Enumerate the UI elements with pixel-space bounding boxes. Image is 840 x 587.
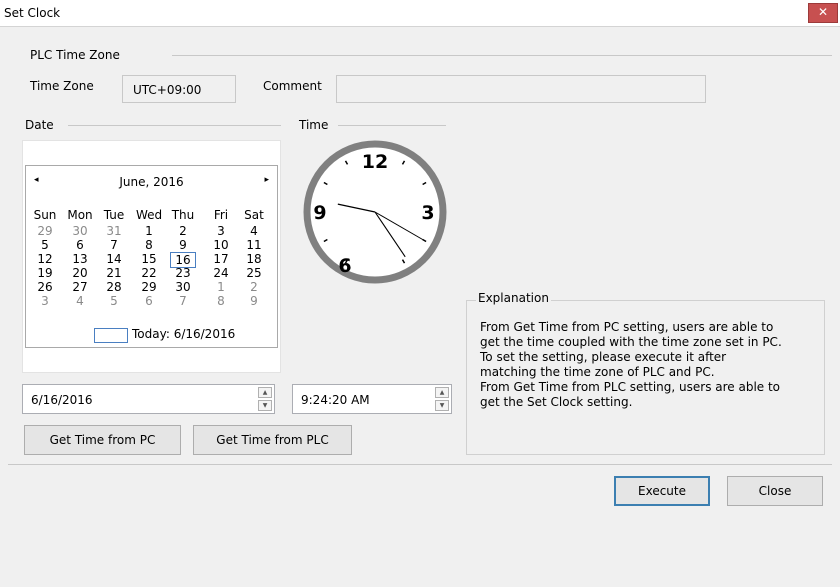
calendar-day[interactable]: 10 <box>208 238 234 252</box>
explanation-line: From Get Time from PC setting, users are… <box>480 320 774 334</box>
analog-clock: 12 3 6 9 <box>303 140 447 284</box>
calendar-day[interactable]: 18 <box>241 252 267 266</box>
time-group-title: Time <box>299 118 329 132</box>
calendar-day[interactable]: 25 <box>241 266 267 280</box>
title-bar: Set Clock ✕ <box>0 0 840 27</box>
calendar-day[interactable]: 1 <box>208 280 234 294</box>
calendar-day[interactable]: 8 <box>136 238 162 252</box>
clock-numeral-6: 6 <box>338 255 351 277</box>
time-spinner[interactable]: ▲ ▼ <box>435 387 449 411</box>
calendar-day[interactable]: 15 <box>136 252 162 266</box>
calendar-panel: ◂ June, 2016 ▸ Today: 6/16/2016 Sun Mon Tu… <box>22 140 281 373</box>
calendar-day[interactable]: 4 <box>241 224 267 238</box>
clock-numeral-9: 9 <box>313 202 326 224</box>
calendar-day[interactable]: 20 <box>67 266 93 280</box>
calendar-day[interactable]: 5 <box>101 294 127 308</box>
calendar-day[interactable]: 11 <box>241 238 267 252</box>
date-spinner[interactable]: ▲ ▼ <box>258 387 272 411</box>
window-title: Set Clock <box>4 6 61 20</box>
weekday-header: Wed <box>136 208 163 222</box>
date-picker-input[interactable]: 6/16/2016 ▲ ▼ <box>22 384 275 414</box>
calendar-day[interactable]: 28 <box>101 280 127 294</box>
get-time-from-pc-button[interactable]: Get Time from PC <box>24 425 181 455</box>
time-group-line <box>338 125 446 126</box>
explanation-line: matching the time zone of PLC and PC. <box>480 365 715 379</box>
calendar-day[interactable]: 27 <box>67 280 93 294</box>
get-time-from-plc-button[interactable]: Get Time from PLC <box>193 425 352 455</box>
calendar-day[interactable]: 7 <box>170 294 196 308</box>
calendar-day[interactable]: 21 <box>101 266 127 280</box>
calendar-day[interactable]: 30 <box>170 280 196 294</box>
today-marker <box>94 328 128 343</box>
month-calendar[interactable]: ◂ June, 2016 ▸ Today: 6/16/2016 Sun Mon Tu… <box>25 165 278 348</box>
weekday-header: Thu <box>171 208 195 222</box>
explanation-text: From Get Time from PC setting, users are… <box>480 320 820 410</box>
explanation-line: get the Set Clock setting. <box>480 395 633 409</box>
calendar-day[interactable]: 2 <box>241 280 267 294</box>
timezone-group-line <box>172 55 832 56</box>
weekday-header: Mon <box>67 208 93 222</box>
clock-numeral-12: 12 <box>362 151 388 173</box>
calendar-day[interactable]: 31 <box>101 224 127 238</box>
date-group-title: Date <box>25 118 54 132</box>
calendar-day[interactable]: 17 <box>208 252 234 266</box>
calendar-day[interactable]: 29 <box>136 280 162 294</box>
date-group-line <box>68 125 281 126</box>
time-zone-field: UTC+09:00 <box>122 75 236 103</box>
weekday-header: Sat <box>244 208 264 222</box>
close-icon: ✕ <box>817 5 829 19</box>
calendar-day[interactable]: 23 <box>170 266 196 280</box>
timezone-group-title: PLC Time Zone <box>30 48 120 62</box>
calendar-day[interactable]: 8 <box>208 294 234 308</box>
calendar-day[interactable]: 22 <box>136 266 162 280</box>
footer-separator <box>8 464 832 465</box>
today-label[interactable]: Today: 6/16/2016 <box>132 327 235 341</box>
explanation-line: get the time coupled with the time zone … <box>480 335 782 349</box>
time-value: 9:24:20 AM <box>301 393 370 407</box>
calendar-day[interactable]: 2 <box>170 224 196 238</box>
time-zone-label: Time Zone <box>30 79 94 93</box>
calendar-month-label[interactable]: June, 2016 <box>26 175 277 189</box>
close-window-button[interactable]: ✕ <box>808 3 838 23</box>
calendar-day[interactable]: 24 <box>208 266 234 280</box>
calendar-day[interactable]: 29 <box>32 224 58 238</box>
calendar-day[interactable]: 13 <box>67 252 93 266</box>
calendar-day[interactable]: 9 <box>170 238 196 252</box>
calendar-day[interactable]: 6 <box>67 238 93 252</box>
weekday-header: Tue <box>103 208 125 222</box>
weekday-header: Sun <box>33 208 57 222</box>
execute-button[interactable]: Execute <box>614 476 710 506</box>
explanation-line: To set the setting, please execute it af… <box>480 350 727 364</box>
calendar-day[interactable]: 6 <box>136 294 162 308</box>
time-zone-value: UTC+09:00 <box>133 83 202 97</box>
calendar-day[interactable]: 9 <box>241 294 267 308</box>
close-button[interactable]: Close <box>727 476 823 506</box>
calendar-day[interactable]: 1 <box>136 224 162 238</box>
spin-down-icon[interactable]: ▼ <box>258 400 272 411</box>
calendar-day[interactable]: 3 <box>32 294 58 308</box>
spin-down-icon[interactable]: ▼ <box>435 400 449 411</box>
calendar-day[interactable]: 5 <box>32 238 58 252</box>
date-value: 6/16/2016 <box>31 393 93 407</box>
spin-up-icon[interactable]: ▲ <box>258 387 272 398</box>
comment-field <box>336 75 706 103</box>
calendar-day[interactable]: 26 <box>32 280 58 294</box>
calendar-day[interactable]: 19 <box>32 266 58 280</box>
calendar-day[interactable]: 30 <box>67 224 93 238</box>
calendar-day[interactable]: 7 <box>101 238 127 252</box>
next-month-icon[interactable]: ▸ <box>264 175 269 185</box>
calendar-day[interactable]: 4 <box>67 294 93 308</box>
clock-numeral-3: 3 <box>421 202 434 224</box>
explanation-line: From Get Time from PLC setting, users ar… <box>480 380 781 394</box>
spin-up-icon[interactable]: ▲ <box>435 387 449 398</box>
weekday-header: Fri <box>213 208 229 222</box>
calendar-day[interactable]: 12 <box>32 252 58 266</box>
calendar-day[interactable]: 14 <box>101 252 127 266</box>
explanation-title: Explanation <box>476 291 551 305</box>
calendar-day[interactable]: 3 <box>208 224 234 238</box>
comment-label: Comment <box>263 79 322 93</box>
time-picker-input[interactable]: 9:24:20 AM ▲ ▼ <box>292 384 452 414</box>
